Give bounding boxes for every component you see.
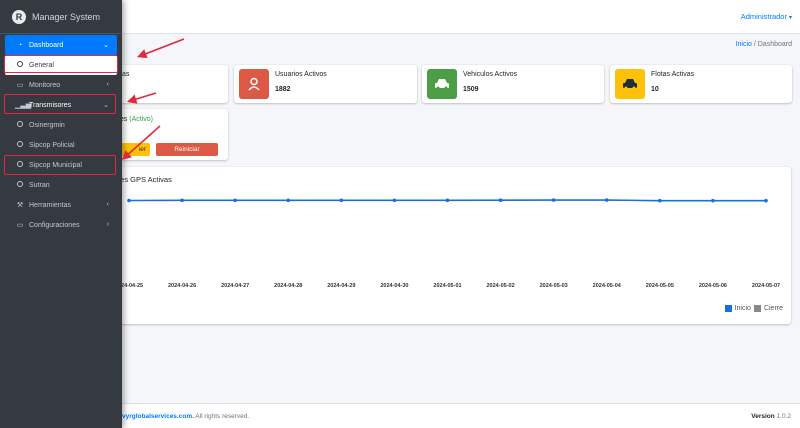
caret-down-icon[interactable]: ▾ [789, 15, 792, 21]
brand-name: Manager System [32, 12, 101, 22]
x-tick-label: 2024-05-01 [433, 283, 461, 289]
sidebar-item-sipcop-policial[interactable]: Sipcop Policial [5, 135, 117, 155]
chart-title: des GPS Activas [116, 175, 172, 184]
data-point-2024-04-30 [392, 198, 397, 203]
circle-icon [15, 141, 25, 149]
info-box-vehicles: Vehiculos Activos 1509 [422, 65, 604, 103]
transmissions-status: (Activo) [129, 116, 153, 123]
x-tick-label: 2024-04-30 [380, 283, 408, 289]
sidebar-item-monitoreo[interactable]: ▭ Monitoreo ‹ [5, 75, 117, 95]
footer: vyrglobalservices.com. All rights reserv… [100, 403, 800, 428]
gps-chart-card: 2024-04-25 2024-04-26 2024-04-27 2024-04-28… [100, 167, 791, 324]
taxi-icon [615, 69, 645, 99]
tools-icon: ⚒ [16, 202, 24, 209]
data-point-2024-05-05 [658, 198, 662, 203]
x-tick-label: 2024-04-29 [327, 283, 355, 289]
info-box-label: Vehiculos Activos [463, 71, 518, 78]
breadcrumb-home[interactable]: Inicio [736, 41, 752, 48]
gauge-icon: ◔ [17, 41, 23, 49]
brand[interactable]: R Manager System [0, 0, 122, 34]
sidebar-item-label: Sutran [29, 181, 50, 189]
x-tick-label: 2024-05-02 [487, 283, 515, 289]
info-box-fleets: Flotas Activas 10 [610, 65, 792, 103]
breadcrumb: Inicio / Dashboard [736, 41, 792, 48]
sidebar-item-label: Dashboard [29, 41, 64, 49]
user-icon [239, 69, 269, 99]
footer-rights: All rights reserved. [193, 413, 250, 420]
highlight-box-transmisores [4, 94, 116, 114]
x-tick-label: 2024-05-05 [646, 283, 674, 289]
sidebar-item-label: Herramientas [29, 201, 72, 209]
highlight-box-sipcop-municipal [4, 155, 116, 175]
sidebar-item-label: Sipcop Policial [29, 141, 75, 149]
restart-button[interactable]: Reiniciar [156, 143, 218, 156]
footer-link[interactable]: vyrglobalservices.com. [122, 413, 194, 420]
sidebar-item-label: Osinergmin [29, 121, 65, 129]
sidebar-item-sutran[interactable]: Sutran [5, 175, 117, 195]
version-number: 1.0.2 [776, 413, 791, 420]
legend-label-cierre[interactable]: Cierre [764, 305, 783, 312]
x-tick-label: 2024-04-26 [168, 283, 196, 289]
info-box-label: Flotas Activas [651, 71, 695, 78]
version-label: Version [751, 413, 775, 420]
data-point-2024-05-02 [498, 198, 503, 202]
circle-icon [15, 181, 25, 189]
breadcrumb-separator: / [753, 41, 756, 48]
x-tick-label: 2024-05-06 [699, 283, 727, 289]
sidebar-item-label: Monitoreo [29, 81, 61, 89]
monitor-icon: ▭ [16, 222, 24, 229]
x-tick-label: 2024-05-04 [593, 283, 622, 289]
chevron-left-icon: ‹ [106, 221, 109, 228]
footer-copyright: vyrglobalservices.com. All rights reserv… [122, 413, 249, 420]
info-box-label: Usuarios Activos [275, 71, 327, 78]
data-point-2024-04-27 [233, 198, 237, 203]
brand-logo-icon: R [12, 10, 26, 24]
gps-line-chart: 2024-04-25 2024-04-26 2024-04-27 2024-04-28… [115, 198, 780, 289]
sidebar: R Manager System ◔ Dashboard ⌄ General ▭… [0, 0, 122, 428]
data-point-2024-05-06 [711, 198, 715, 203]
info-box-value: 1509 [463, 86, 479, 93]
highlight-box-general [4, 55, 118, 73]
data-point-2024-05-03 [551, 198, 556, 202]
footer-version: Version 1.0.2 [751, 413, 791, 420]
legend-swatch-inicio[interactable] [724, 305, 732, 312]
chevron-left-icon: ‹ [106, 81, 109, 88]
user-menu[interactable]: Administrador ▾ [741, 12, 792, 21]
info-box-value: 10 [651, 86, 659, 93]
circle-icon [15, 121, 25, 129]
user-name[interactable]: Administrador [741, 12, 787, 21]
data-point-2024-04-28 [286, 198, 291, 203]
data-point-2024-04-25 [127, 198, 131, 203]
start-button[interactable]: ier [118, 143, 150, 156]
breadcrumb-current: Dashboard [757, 41, 792, 48]
sidebar-item-configuraciones[interactable]: ▭ Configuraciones ‹ [5, 215, 117, 235]
x-tick-label: 2024-04-27 [221, 283, 249, 289]
car-icon [427, 69, 457, 99]
chevron-down-icon: ⌄ [103, 42, 109, 49]
sidebar-item-dashboard[interactable]: ◔ Dashboard ⌄ [5, 35, 117, 55]
chevron-left-icon: ‹ [106, 201, 109, 208]
data-point-2024-05-01 [445, 198, 450, 203]
data-point-2024-04-26 [180, 198, 184, 203]
x-tick-label: 2024-05-03 [540, 283, 568, 289]
data-point-2024-04-29 [339, 198, 344, 203]
sidebar-item-herramientas[interactable]: ⚒ Herramientas ‹ [5, 195, 117, 215]
info-box-users: Usuarios Activos 1882 [234, 65, 417, 103]
legend-swatch-cierre[interactable] [753, 305, 761, 312]
info-box-value: 1882 [275, 86, 291, 93]
x-tick-label: 2024-05-07 [752, 283, 780, 289]
sidebar-item-osinergmin[interactable]: Osinergmin [5, 115, 117, 135]
data-point-2024-05-04 [604, 198, 609, 202]
sidebar-item-label: Configuraciones [29, 221, 80, 229]
data-point-2024-05-07 [764, 198, 768, 203]
chart-legend: Inicio Cierre [724, 305, 783, 312]
monitor-icon: ▭ [16, 82, 24, 89]
x-tick-label: 2024-04-28 [274, 283, 302, 289]
arrow-to-general [137, 38, 185, 59]
legend-label-inicio[interactable]: Inicio [735, 305, 751, 312]
